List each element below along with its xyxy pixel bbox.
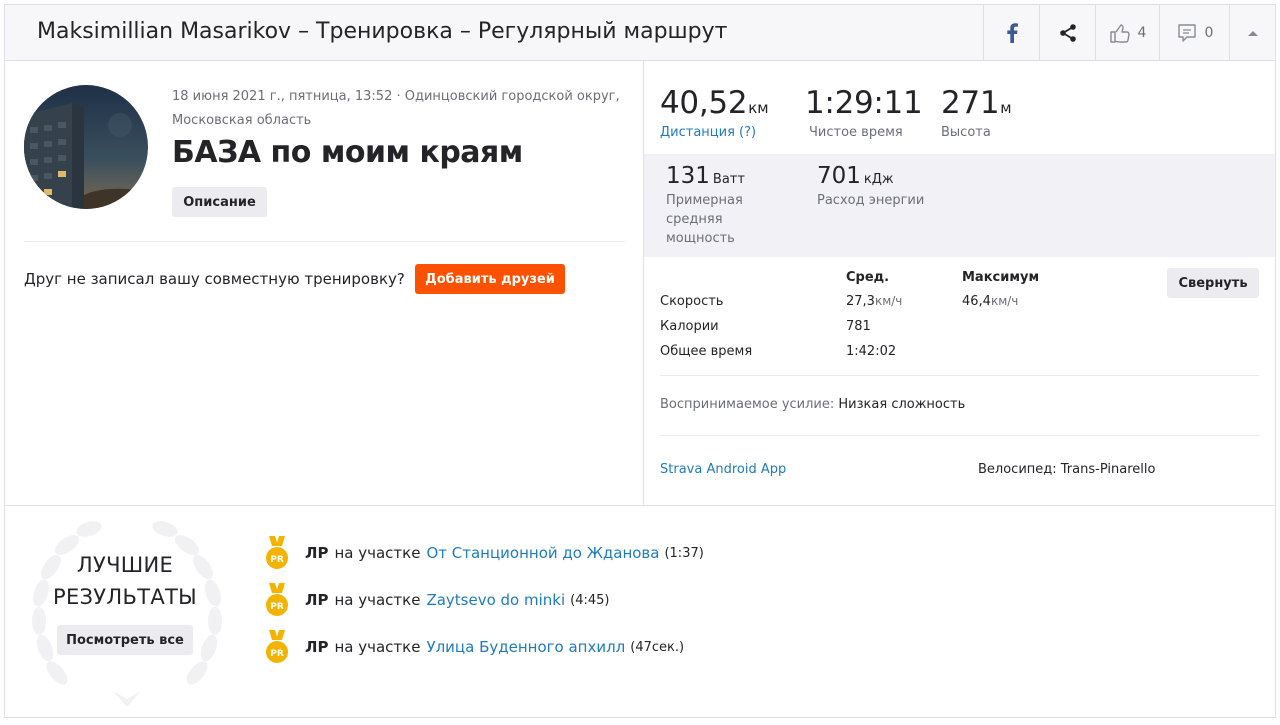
pr-medal-icon: PR xyxy=(266,630,288,663)
kudos-icon xyxy=(1109,24,1130,43)
comment-button[interactable]: 0 xyxy=(1159,5,1229,61)
activity-header: Maksimillian Masarikov – Тренировка – Ре… xyxy=(5,5,1275,61)
row-speed-name: Скорость xyxy=(660,294,724,309)
pr-on-label: на участке xyxy=(334,591,421,609)
comments-count: 0 xyxy=(1204,25,1214,41)
best-results-title-1: ЛУЧШИЕ xyxy=(76,553,174,577)
medal-text: PR xyxy=(270,602,284,612)
speed-max-unit: км/ч xyxy=(990,294,1019,308)
activity-region: Московская область xyxy=(172,113,312,128)
pr-item: PR ЛР на участке Улица Буденного апхилл … xyxy=(265,630,684,664)
kudos-button[interactable]: 4 xyxy=(1095,5,1159,61)
facebook-icon xyxy=(1006,23,1018,43)
speed-avg-value: 27,3 xyxy=(846,294,875,309)
power-unit: Ватт xyxy=(712,172,745,187)
athlete-avatar[interactable] xyxy=(24,85,148,209)
speed-max-value: 46,4 xyxy=(962,294,991,309)
collapse-header-button[interactable] xyxy=(1229,5,1275,61)
moving-time-stat: 1:29:11 xyxy=(805,85,923,121)
power-label-1: Примерная xyxy=(666,193,743,208)
row-speed-max: 46,4км/ч xyxy=(962,294,1018,309)
pr-item: PR ЛР на участке От Станционной до Ждано… xyxy=(265,536,704,570)
pr-time: (47сек.) xyxy=(630,639,685,655)
pr-on-label: на участке xyxy=(334,544,421,562)
laurel-wreath-icon xyxy=(32,521,222,707)
power-label-2: средняя xyxy=(666,212,723,227)
row-elapsed-avg: 1:42:02 xyxy=(846,344,897,359)
row-speed-avg: 27,3км/ч xyxy=(846,294,902,309)
distance-stat: 40,52км xyxy=(660,85,769,121)
collapse-up-icon xyxy=(1247,31,1258,36)
power-label-3: мощность xyxy=(666,231,735,246)
pr-badge: ЛР xyxy=(305,591,329,609)
pr-time: (1:37) xyxy=(664,545,704,561)
energy-stat: 701 кДж xyxy=(817,163,894,189)
column-divider xyxy=(643,61,644,505)
add-friends-button[interactable]: Добавить друзей xyxy=(415,264,565,294)
best-results-title-2: РЕЗУЛЬТАТЫ xyxy=(53,585,197,609)
facebook-share-button[interactable] xyxy=(983,5,1039,61)
avatar-image xyxy=(24,85,148,209)
speed-avg-unit: км/ч xyxy=(874,294,903,308)
pr-time: (4:45) xyxy=(570,592,610,608)
row-calories-name: Калории xyxy=(660,319,719,334)
share-button[interactable] xyxy=(1039,5,1095,61)
col-avg-header: Сред. xyxy=(846,270,890,285)
elevation-value: 271 xyxy=(941,85,1000,121)
pr-segment-link[interactable]: Улица Буденного апхилл xyxy=(426,638,625,656)
activity-card: Maksimillian Masarikov – Тренировка – Ре… xyxy=(4,4,1276,718)
energy-label: Расход энергии xyxy=(817,193,925,208)
medal-text: PR xyxy=(270,555,284,565)
perceived-effort: Воспринимаемое усилие: Низкая сложность xyxy=(660,397,965,412)
energy-value: 701 xyxy=(817,163,861,189)
comment-icon xyxy=(1177,24,1196,42)
activity-date-location: 18 июня 2021 г., пятница, 13:52 · Одинцо… xyxy=(172,89,620,104)
pr-on-label: на участке xyxy=(334,638,421,656)
section-divider xyxy=(5,505,1275,506)
divider xyxy=(660,435,1259,436)
moving-time-value: 1:29:11 xyxy=(805,85,923,121)
elevation-unit: м xyxy=(1000,99,1012,117)
page-title: Maksimillian Masarikov – Тренировка – Ре… xyxy=(37,19,728,44)
kudos-count: 4 xyxy=(1137,25,1147,41)
effort-value: Низкая сложность xyxy=(838,397,966,412)
divider xyxy=(660,375,1259,376)
pr-segment-link[interactable]: Zaytsevo do minki xyxy=(426,591,565,609)
activity-title: БАЗА по моим краям xyxy=(172,135,523,170)
col-max-header: Максимум xyxy=(962,270,1040,285)
distance-help-link[interactable]: Дистанция (?) xyxy=(660,125,756,140)
row-calories-avg: 781 xyxy=(846,319,871,334)
pr-segment-link[interactable]: От Станционной до Жданова xyxy=(426,544,659,562)
distance-value: 40,52 xyxy=(660,85,748,121)
bike-info: Велосипед: Trans-Pinarello xyxy=(978,462,1156,477)
medal-text: PR xyxy=(270,649,284,659)
divider xyxy=(24,241,625,242)
pr-badge: ЛР xyxy=(305,638,329,656)
description-button[interactable]: Описание xyxy=(172,187,267,217)
pr-item: PR ЛР на участке Zaytsevo do minki (4:45… xyxy=(265,583,609,617)
view-all-results-button[interactable]: Посмотреть все xyxy=(57,625,193,655)
elevation-stat: 271м xyxy=(941,85,1012,121)
collapse-button[interactable]: Свернуть xyxy=(1167,268,1259,298)
power-stat: 131 Ватт xyxy=(666,163,745,189)
pr-medal-icon: PR xyxy=(266,536,288,569)
effort-label: Воспринимаемое усилие: xyxy=(660,397,835,412)
row-elapsed-name: Общее время xyxy=(660,344,753,359)
pr-medal-icon: PR xyxy=(266,583,288,616)
power-value: 131 xyxy=(666,163,710,189)
device-app-link[interactable]: Strava Android App xyxy=(660,462,786,477)
moving-time-label: Чистое время xyxy=(809,125,903,140)
distance-unit: км xyxy=(748,99,769,117)
elevation-label: Высота xyxy=(941,125,991,140)
share-icon xyxy=(1059,24,1076,42)
energy-unit: кДж xyxy=(863,172,894,187)
pr-badge: ЛР xyxy=(305,544,329,562)
friend-question: Друг не записал вашу совместную трениров… xyxy=(24,270,405,288)
